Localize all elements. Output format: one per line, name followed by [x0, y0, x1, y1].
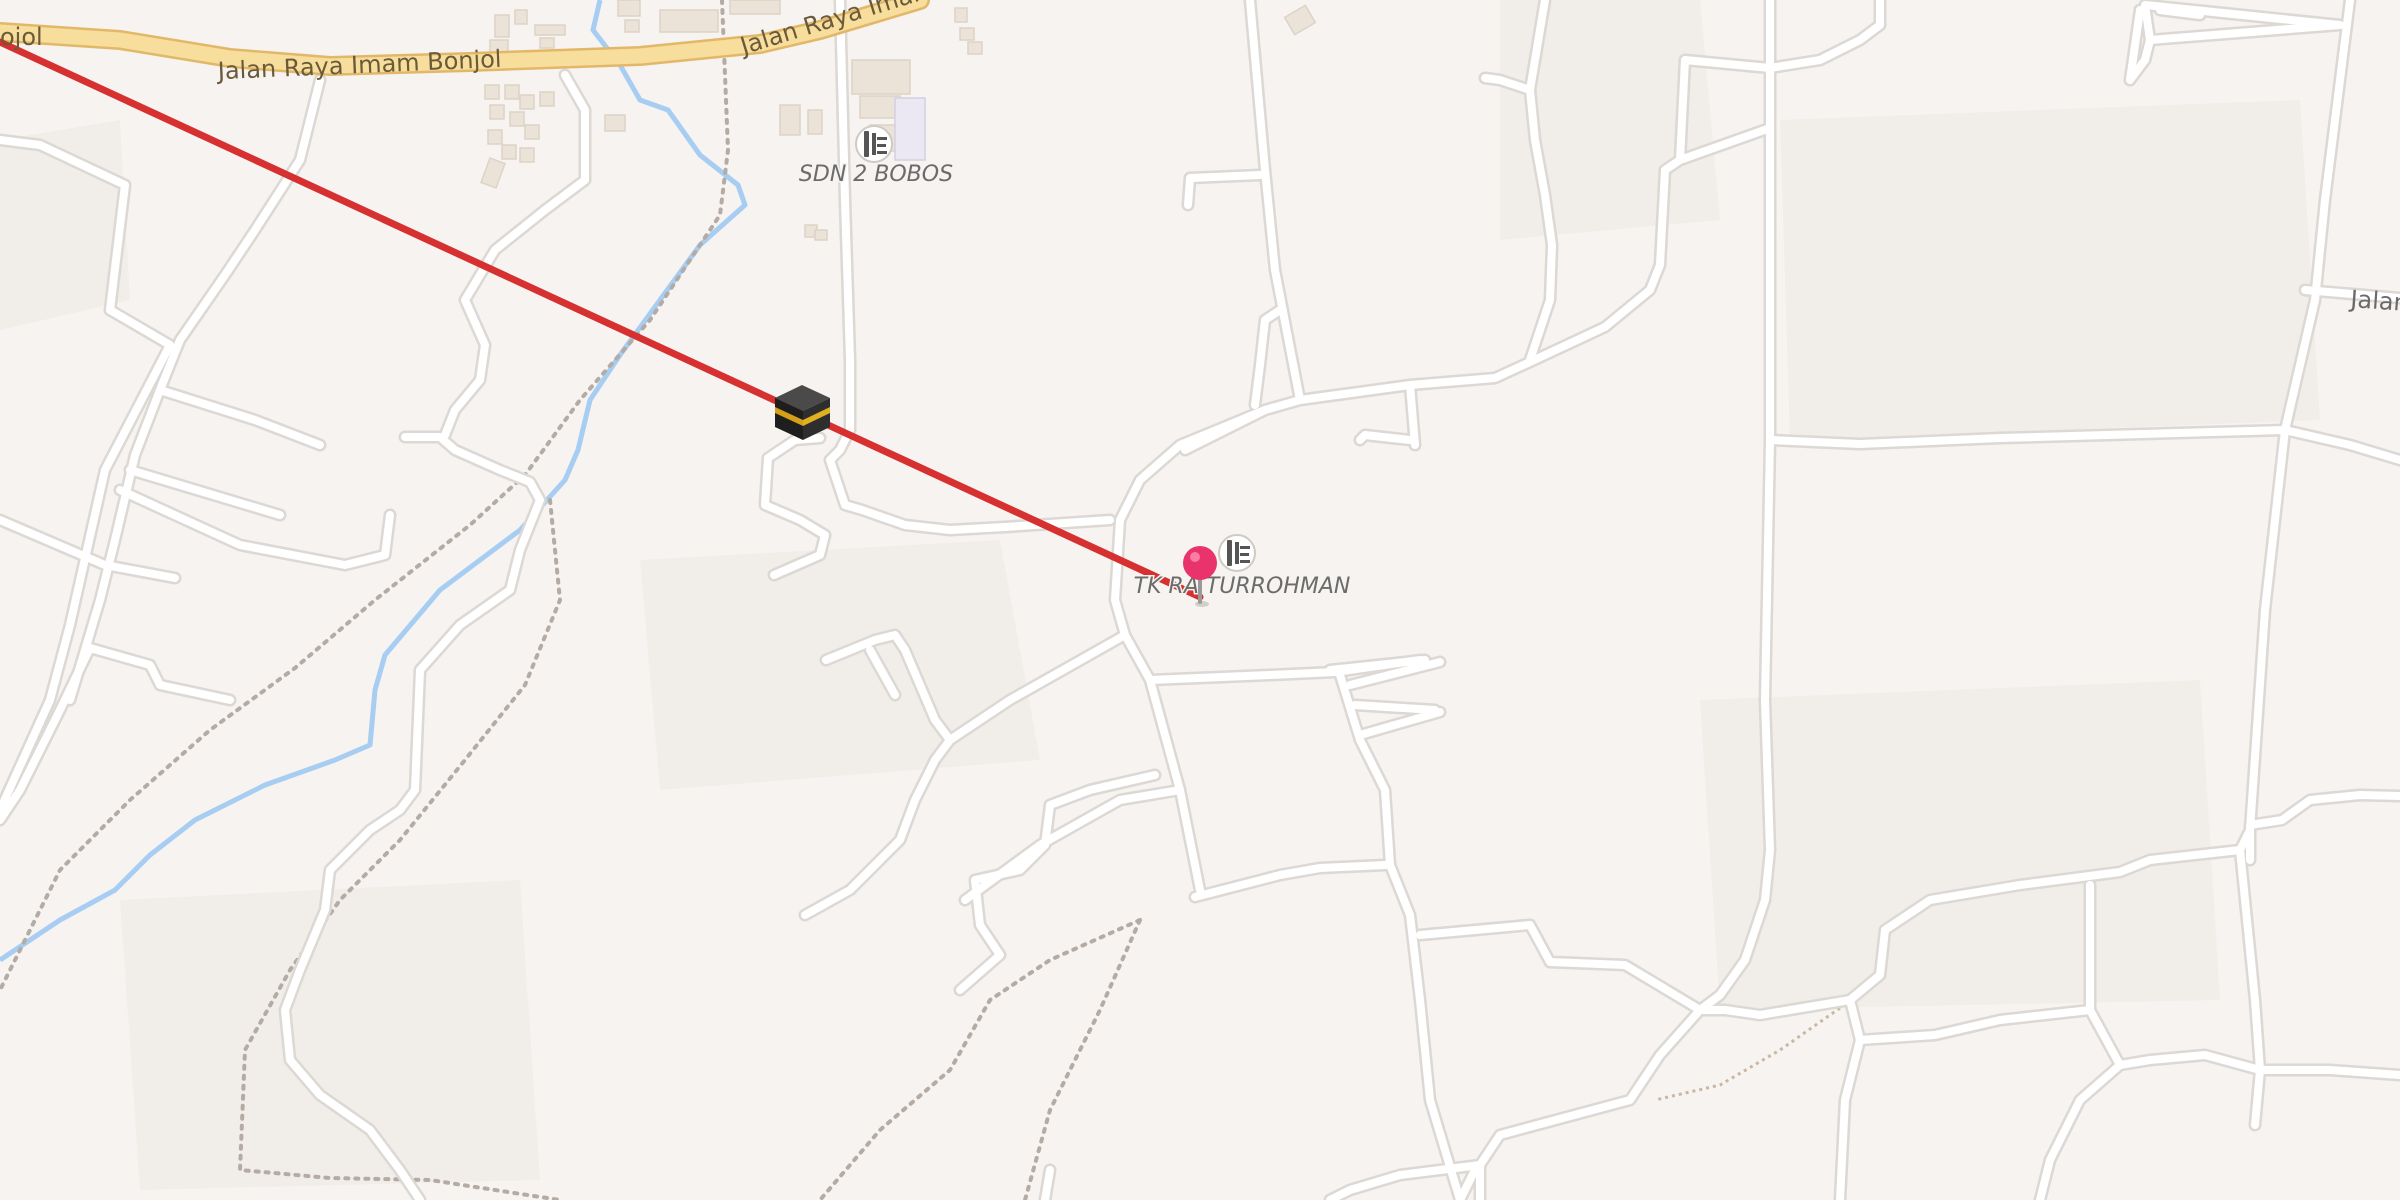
school-ground: [894, 97, 926, 161]
poi-label-school-1: SDN 2 BOBOS: [799, 162, 953, 187]
road-label-edge-right: Jalan: [2348, 285, 2400, 317]
road-label-edge-left: ojol: [0, 23, 43, 51]
school-icon: [1218, 534, 1256, 572]
poi-label-school-2: TK RA TURROHMAN: [1134, 574, 1351, 599]
school-icon: [855, 125, 893, 163]
map-canvas[interactable]: Jalan Raya Imam Bonjol Jalan Raya Imam o…: [0, 0, 2400, 1200]
